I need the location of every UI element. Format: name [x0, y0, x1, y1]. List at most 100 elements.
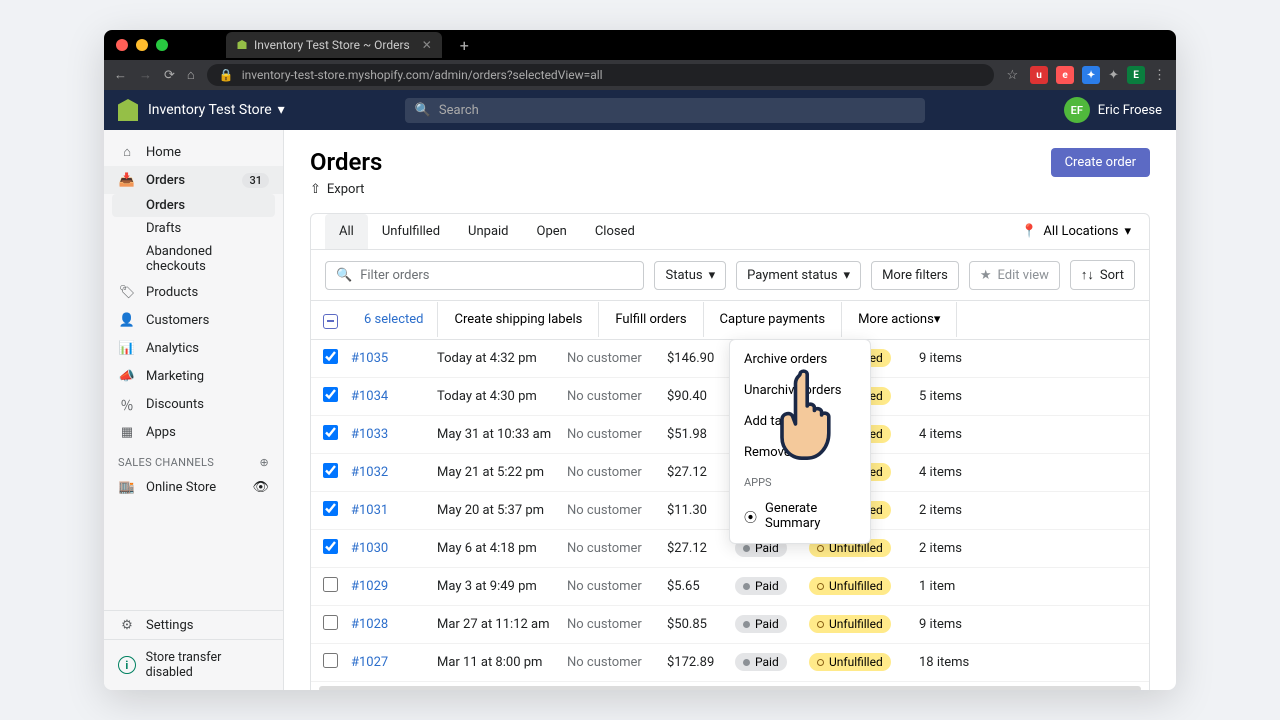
eye-icon[interactable]: 👁	[252, 480, 269, 495]
order-id-link[interactable]: #1035	[351, 351, 437, 366]
sort-button[interactable]: ↑↓Sort	[1070, 260, 1135, 290]
row-checkbox[interactable]	[323, 501, 338, 516]
store-switcher[interactable]: Inventory Test Store ▾	[148, 102, 285, 118]
star-icon: ★	[980, 268, 992, 283]
table-row: #1029 May 3 at 9:49 pm No customer $5.65…	[311, 568, 1149, 606]
horizontal-scrollbar[interactable]	[319, 686, 1141, 691]
create-order-button[interactable]: Create order	[1051, 148, 1150, 177]
sidebar-item-orders[interactable]: 📥Orders31	[104, 166, 283, 194]
extensions-icon[interactable]: ✦	[1108, 68, 1119, 83]
row-checkbox[interactable]	[323, 387, 338, 402]
more-filters-button[interactable]: More filters	[871, 261, 959, 290]
profile-icon[interactable]: E	[1127, 66, 1145, 84]
filter-input[interactable]: 🔍Filter orders	[325, 261, 644, 290]
selection-count[interactable]: 6 selected	[350, 302, 438, 337]
person-icon: 👤	[118, 311, 136, 329]
capture-payments-button[interactable]: Capture payments	[704, 302, 843, 337]
order-date: May 21 at 5:22 pm	[437, 465, 567, 480]
sidebar-item-home[interactable]: ⌂Home	[104, 138, 283, 166]
maximize-window-icon[interactable]	[156, 39, 168, 51]
payment-status-filter[interactable]: Payment status▾	[736, 261, 861, 290]
add-channel-icon[interactable]: ⊕	[259, 456, 269, 469]
forward-icon[interactable]: →	[139, 67, 152, 83]
create-shipping-labels-button[interactable]: Create shipping labels	[438, 302, 599, 337]
discount-icon: ％	[118, 395, 136, 413]
order-id-link[interactable]: #1028	[351, 617, 437, 632]
row-checkbox[interactable]	[323, 615, 338, 630]
order-items: 18 items	[919, 655, 1137, 670]
megaphone-icon: 📣	[118, 367, 136, 385]
status-filter[interactable]: Status▾	[654, 261, 726, 290]
sales-channels-header: SALES CHANNELS⊕	[104, 446, 283, 473]
user-name: Eric Froese	[1098, 103, 1162, 118]
close-tab-icon[interactable]: ✕	[422, 38, 432, 52]
menu-archive[interactable]: Archive orders	[730, 344, 870, 375]
order-id-link[interactable]: #1033	[351, 427, 437, 442]
browser-tab[interactable]: Inventory Test Store ~ Orders ✕	[226, 32, 442, 58]
row-checkbox[interactable]	[323, 577, 338, 592]
extension-icon[interactable]: ✦	[1082, 66, 1100, 84]
address-bar[interactable]: 🔒 inventory-test-store.myshopify.com/adm…	[207, 64, 995, 86]
sidebar-item-discounts[interactable]: ％Discounts	[104, 390, 283, 418]
menu-unarchive[interactable]: Unarchive orders	[730, 375, 870, 406]
reload-icon[interactable]: ⟳	[164, 68, 175, 83]
edit-view-button[interactable]: ★Edit view	[969, 261, 1060, 290]
order-id-link[interactable]: #1032	[351, 465, 437, 480]
url-text: inventory-test-store.myshopify.com/admin…	[242, 68, 603, 82]
sidebar-item-apps[interactable]: ▦Apps	[104, 418, 283, 446]
more-actions-button[interactable]: More actions▾	[842, 302, 957, 337]
location-filter[interactable]: 📍All Locations▾	[1021, 224, 1135, 239]
menu-generate-summary[interactable]: ⦿Generate Summary	[730, 493, 870, 539]
tab-unfulfilled[interactable]: Unfulfilled	[368, 214, 454, 249]
tab-closed[interactable]: Closed	[581, 214, 649, 249]
home-icon[interactable]: ⌂	[187, 67, 195, 83]
order-total: $51.98	[667, 427, 735, 442]
user-menu[interactable]: EF Eric Froese	[1064, 97, 1162, 123]
order-id-link[interactable]: #1029	[351, 579, 437, 594]
row-checkbox[interactable]	[323, 425, 338, 440]
star-icon[interactable]: ☆	[1006, 68, 1018, 83]
row-checkbox[interactable]	[323, 463, 338, 478]
order-date: May 20 at 5:37 pm	[437, 503, 567, 518]
back-icon[interactable]: ←	[114, 67, 127, 83]
row-checkbox[interactable]	[323, 653, 338, 668]
sidebar-sub-drafts[interactable]: Drafts	[104, 217, 283, 240]
extension-icon[interactable]: u	[1030, 66, 1048, 84]
avatar: EF	[1064, 97, 1090, 123]
order-date: Mar 27 at 11:12 am	[437, 617, 567, 632]
sidebar-sub-orders[interactable]: Orders	[112, 194, 275, 217]
fulfill-orders-button[interactable]: Fulfill orders	[599, 302, 703, 337]
tab-open[interactable]: Open	[523, 214, 581, 249]
tab-unpaid[interactable]: Unpaid	[454, 214, 522, 249]
menu-icon[interactable]: ⋮	[1153, 68, 1166, 83]
sidebar-item-online-store[interactable]: 🏬Online Store👁	[104, 473, 283, 501]
sidebar-item-analytics[interactable]: 📊Analytics	[104, 334, 283, 362]
menu-remove-tags[interactable]: Remove tags	[730, 437, 870, 468]
row-checkbox[interactable]	[323, 539, 338, 554]
sidebar-item-products[interactable]: 🏷Products	[104, 278, 283, 306]
search-input[interactable]: 🔍 Search	[405, 98, 925, 123]
export-button[interactable]: ⇧Export	[310, 182, 382, 197]
extension-icon[interactable]: e	[1056, 66, 1074, 84]
order-id-link[interactable]: #1027	[351, 655, 437, 670]
order-id-link[interactable]: #1030	[351, 541, 437, 556]
sidebar-item-customers[interactable]: 👤Customers	[104, 306, 283, 334]
sidebar-item-marketing[interactable]: 📣Marketing	[104, 362, 283, 390]
order-id-link[interactable]: #1034	[351, 389, 437, 404]
lock-icon: 🔒	[219, 68, 234, 82]
sidebar: ⌂Home 📥Orders31 Orders Drafts Abandoned …	[104, 130, 284, 690]
sidebar-item-settings[interactable]: ⚙Settings	[104, 611, 283, 639]
close-window-icon[interactable]	[116, 39, 128, 51]
order-id-link[interactable]: #1031	[351, 503, 437, 518]
store-transfer-notice[interactable]: iStore transfer disabled	[104, 639, 283, 690]
table-row: #1028 Mar 27 at 11:12 am No customer $50…	[311, 606, 1149, 644]
minimize-window-icon[interactable]	[136, 39, 148, 51]
select-all-checkbox[interactable]	[323, 314, 338, 329]
order-items: 9 items	[919, 617, 1137, 632]
menu-add-tags[interactable]: Add tags	[730, 406, 870, 437]
row-checkbox[interactable]	[323, 349, 338, 364]
sidebar-sub-abandoned[interactable]: Abandoned checkouts	[104, 240, 283, 278]
new-tab-button[interactable]: +	[460, 36, 469, 55]
tab-all[interactable]: All	[325, 214, 368, 249]
order-total: $90.40	[667, 389, 735, 404]
